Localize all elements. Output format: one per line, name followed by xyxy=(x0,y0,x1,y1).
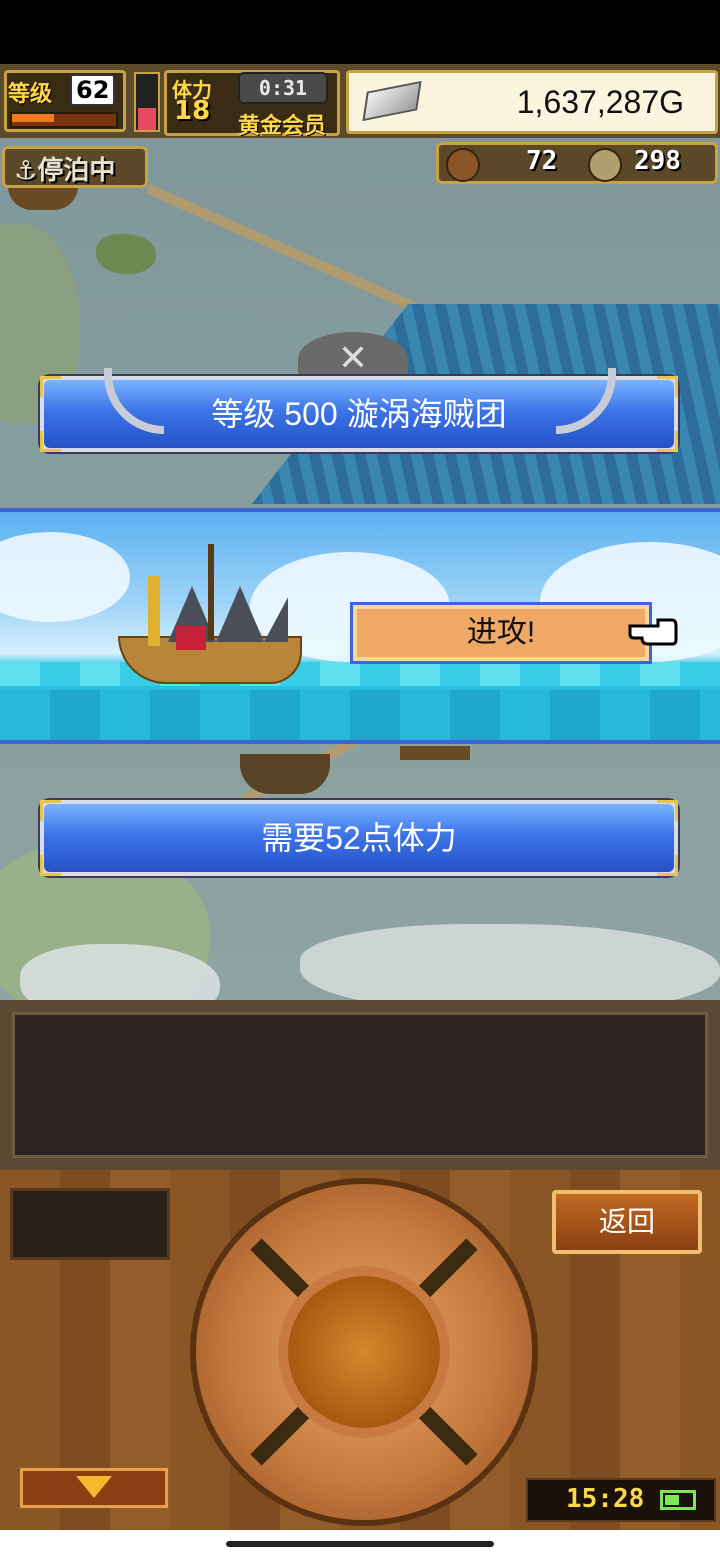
membership-badge: 黄金会员 xyxy=(238,114,327,139)
stamina-timer: 0:31 xyxy=(238,72,328,104)
map-ship-icon xyxy=(400,746,470,760)
barrel-icon xyxy=(446,148,480,182)
message-box xyxy=(12,1012,708,1158)
battery-level xyxy=(665,1495,679,1505)
gold-amount: 1,637,287G xyxy=(516,84,684,120)
status-bar xyxy=(0,0,720,64)
pointing-hand-icon xyxy=(628,618,678,646)
confirm-button[interactable] xyxy=(288,1276,440,1428)
stamina-fill xyxy=(138,108,156,130)
back-button[interactable]: 返回 xyxy=(552,1190,702,1254)
resource-b-value: 298 xyxy=(634,146,681,176)
coin-icon xyxy=(588,148,622,182)
map-ship-icon xyxy=(240,754,330,794)
resource-a-value: 72 xyxy=(526,146,558,176)
attack-button[interactable]: 进攻! xyxy=(350,602,652,664)
stamina-value: 18 xyxy=(174,96,211,126)
empty-slot xyxy=(10,1188,170,1260)
level-label: 等级 xyxy=(8,82,53,107)
experience-fill xyxy=(12,114,54,122)
home-indicator[interactable] xyxy=(226,1541,494,1547)
stamina-requirement: 需要52点体力 xyxy=(261,820,457,856)
pirate-ship-icon xyxy=(98,536,302,686)
chevron-down-icon xyxy=(76,1476,112,1498)
level-value: 62 xyxy=(70,74,116,106)
requirement-banner: 需要52点体力 xyxy=(40,800,678,876)
map-ship-icon xyxy=(8,186,78,210)
anchor-status: ⚓停泊中 xyxy=(14,156,116,186)
game-clock: 15:28 xyxy=(566,1484,645,1514)
